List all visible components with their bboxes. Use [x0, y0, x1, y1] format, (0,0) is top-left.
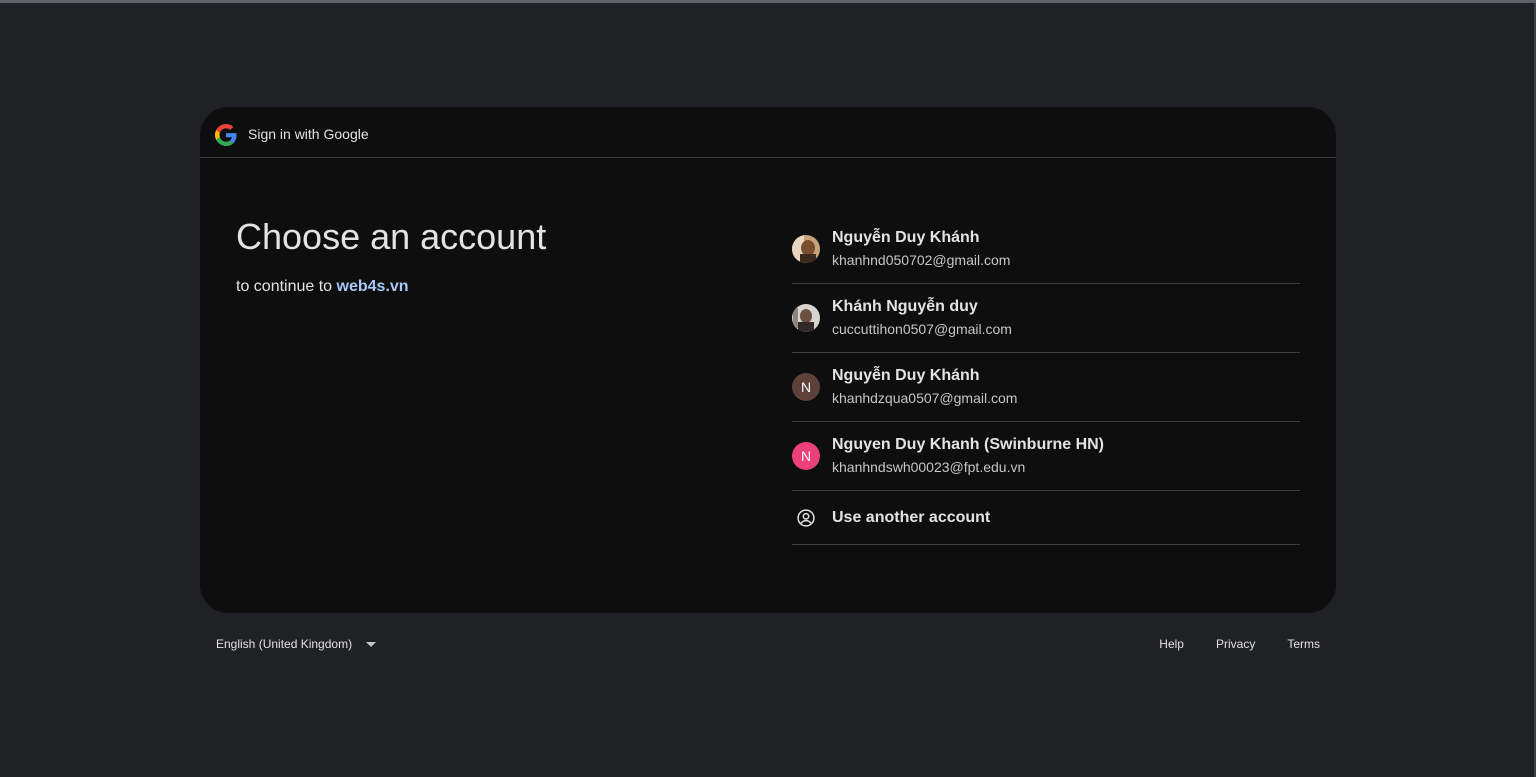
account-email: khanhndswh00023@fpt.edu.vn: [832, 459, 1026, 475]
card-header: Sign in with Google: [200, 107, 1336, 158]
account-email: khanhdzqua0507@gmail.com: [832, 390, 1018, 406]
footer-links: Help Privacy Terms: [1159, 636, 1320, 652]
account-email: khanhnd050702@gmail.com: [832, 252, 1011, 268]
account-name: Nguyễn Duy Khánh: [832, 367, 980, 384]
account-name: Nguyen Duy Khanh (Swinburne HN): [832, 436, 1104, 453]
page-title: Choose an account: [236, 216, 547, 257]
account-list: Nguyễn Duy Khánh khanhnd050702@gmail.com…: [792, 215, 1300, 545]
window-top-border: [0, 0, 1536, 3]
account-circle-icon: [797, 509, 815, 527]
language-selector[interactable]: English (United Kingdom): [216, 636, 377, 652]
language-label: English (United Kingdom): [216, 637, 353, 651]
account-name: Nguyễn Duy Khánh: [832, 229, 980, 246]
account-name: Khánh Nguyễn duy: [832, 298, 978, 315]
google-logo-icon: [215, 124, 237, 146]
account-item[interactable]: Khánh Nguyễn duy cuccuttihon0507@gmail.c…: [792, 284, 1300, 353]
caret-down-icon: [366, 641, 377, 647]
subtitle-prefix: to continue to: [236, 278, 333, 295]
sign-in-card: Sign in with Google Choose an account to…: [200, 107, 1336, 613]
app-link[interactable]: web4s.vn: [337, 278, 409, 295]
avatar: [792, 235, 820, 263]
subtitle: to continue to web4s.vn: [236, 276, 409, 298]
terms-link[interactable]: Terms: [1287, 636, 1320, 652]
avatar: N: [792, 442, 820, 470]
privacy-link[interactable]: Privacy: [1216, 636, 1255, 652]
account-email: cuccuttihon0507@gmail.com: [832, 321, 1012, 337]
account-item[interactable]: N Nguyen Duy Khanh (Swinburne HN) khanhn…: [792, 422, 1300, 491]
account-item[interactable]: N Nguyễn Duy Khánh khanhdzqua0507@gmail.…: [792, 353, 1300, 422]
avatar: [792, 304, 820, 332]
avatar: N: [792, 373, 820, 401]
header-title: Sign in with Google: [248, 126, 369, 142]
use-another-account-label: Use another account: [832, 509, 991, 526]
account-item[interactable]: Nguyễn Duy Khánh khanhnd050702@gmail.com: [792, 215, 1300, 284]
help-link[interactable]: Help: [1159, 636, 1184, 652]
use-another-account-button[interactable]: Use another account: [792, 491, 1300, 545]
